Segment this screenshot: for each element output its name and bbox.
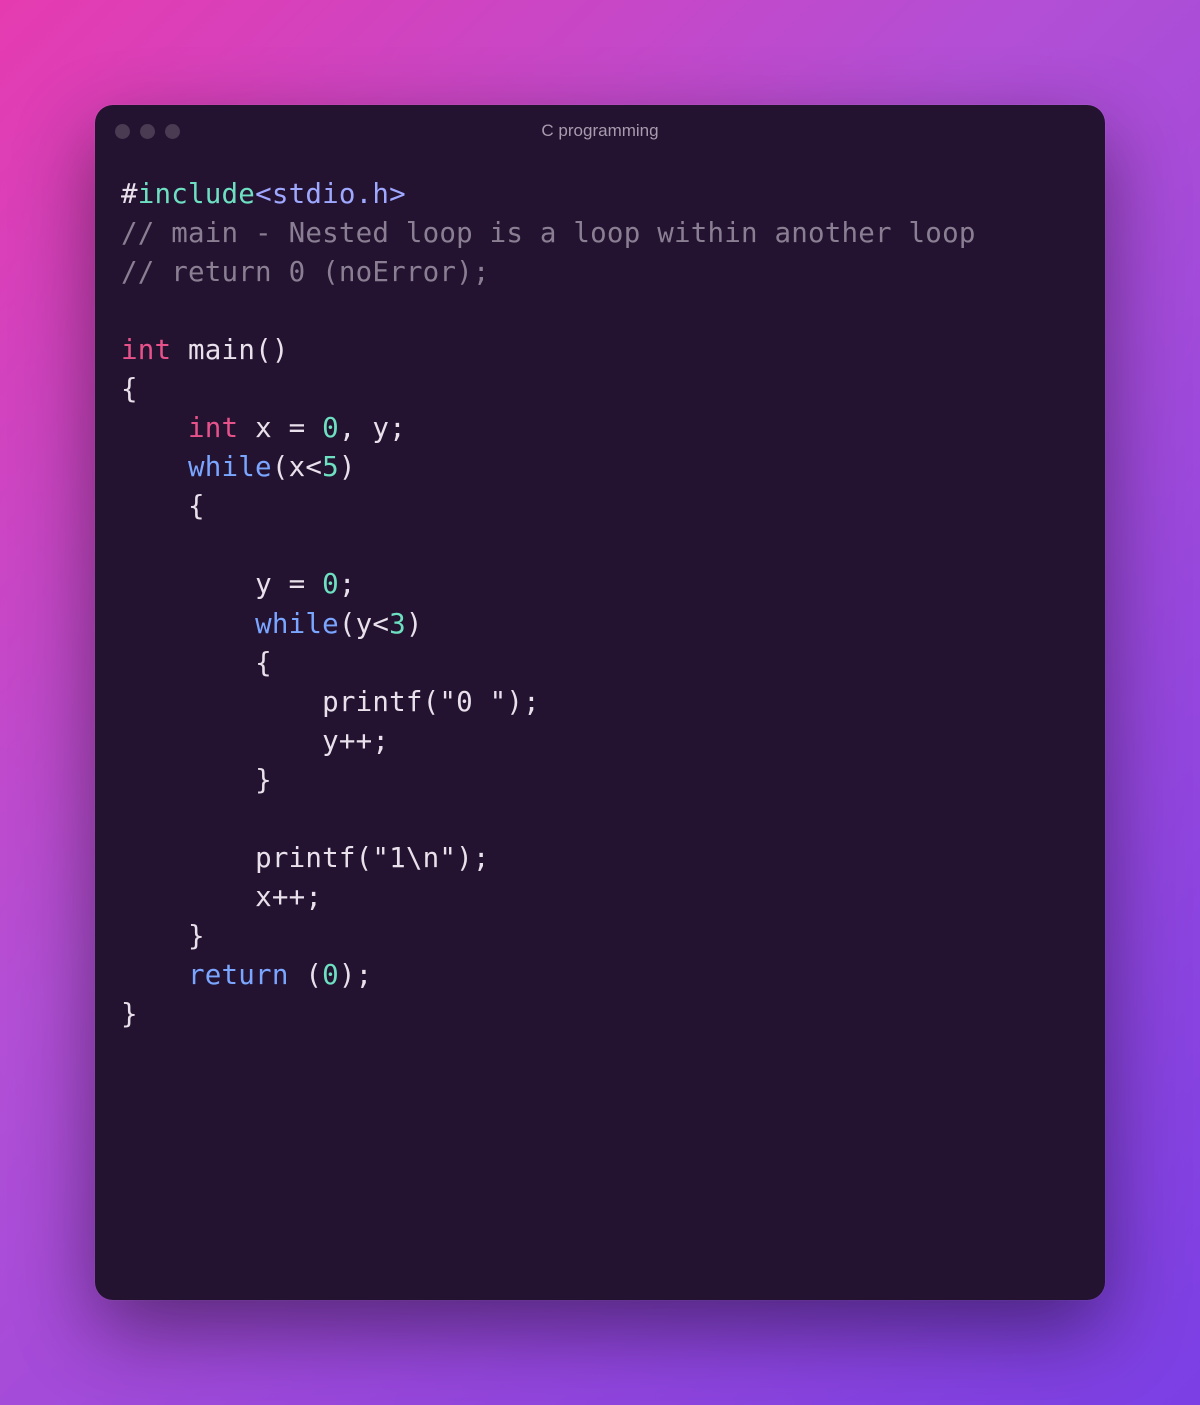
code-token: ); — [339, 959, 373, 991]
code-token: } — [255, 764, 272, 796]
titlebar: C programming — [95, 105, 1105, 157]
close-icon[interactable] — [115, 124, 130, 139]
code-token — [121, 608, 255, 640]
code-token: (y< — [339, 608, 389, 640]
code-token: "1\n" — [372, 842, 456, 874]
code-token — [121, 764, 255, 796]
code-token: x = — [238, 412, 322, 444]
code-token: ; — [339, 568, 356, 600]
code-token: , y; — [339, 412, 406, 444]
code-token — [121, 412, 188, 444]
code-token: printf — [322, 686, 423, 718]
code-token: int — [188, 412, 238, 444]
code-token: 5 — [322, 451, 339, 483]
code-token: return — [188, 959, 289, 991]
code-token: while — [255, 608, 339, 640]
code-token: # — [121, 178, 138, 210]
code-token: 0 — [322, 412, 339, 444]
code-token — [121, 451, 188, 483]
code-area: #include<stdio.h> // main - Nested loop … — [95, 157, 1105, 1052]
code-token — [121, 842, 255, 874]
code-token: ( — [423, 686, 440, 718]
code-token — [121, 725, 322, 757]
code-token: } — [121, 998, 138, 1030]
code-token — [121, 568, 255, 600]
code-token: 0 — [322, 568, 339, 600]
code-token: 3 — [389, 608, 406, 640]
code-token — [121, 686, 322, 718]
code-token: while — [188, 451, 272, 483]
code-token: 0 — [322, 959, 339, 991]
code-token: include — [138, 178, 255, 210]
code-comment: // return 0 (noError); — [121, 256, 490, 288]
code-token: <stdio.h> — [255, 178, 406, 210]
code-token: { — [188, 490, 205, 522]
code-token: ); — [456, 842, 490, 874]
code-token: (x< — [272, 451, 322, 483]
code-token: printf — [255, 842, 356, 874]
code-comment: // main - Nested loop is a loop within a… — [121, 217, 976, 249]
minimize-icon[interactable] — [140, 124, 155, 139]
code-token: { — [121, 373, 138, 405]
code-token: main — [188, 334, 255, 366]
maximize-icon[interactable] — [165, 124, 180, 139]
code-token — [121, 490, 188, 522]
code-token — [121, 647, 255, 679]
code-token: } — [188, 920, 205, 952]
code-token — [121, 881, 255, 913]
code-token: "0 " — [439, 686, 506, 718]
code-token: ) — [339, 451, 356, 483]
code-token: () — [255, 334, 289, 366]
code-token — [121, 920, 188, 952]
code-token: ( — [356, 842, 373, 874]
code-token: int — [121, 334, 171, 366]
code-token: x++; — [255, 881, 322, 913]
code-token: y = — [255, 568, 322, 600]
window-title: C programming — [95, 121, 1105, 141]
code-window: C programming #include<stdio.h> // main … — [95, 105, 1105, 1300]
code-token: { — [255, 647, 272, 679]
traffic-lights — [115, 124, 180, 139]
code-token: ); — [506, 686, 540, 718]
code-token: ( — [289, 959, 323, 991]
code-token: y++; — [322, 725, 389, 757]
code-token: ) — [406, 608, 423, 640]
code-token — [121, 959, 188, 991]
